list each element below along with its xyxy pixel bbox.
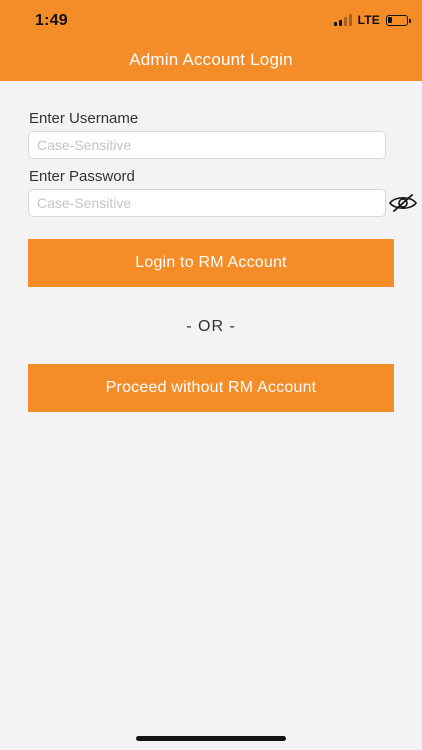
password-label: Enter Password: [29, 168, 135, 185]
status-indicators: LTE: [333, 13, 411, 27]
password-input[interactable]: [28, 189, 386, 217]
page-title: Admin Account Login: [129, 50, 293, 69]
home-indicator[interactable]: [136, 736, 286, 741]
app-header: 1:49 LTE Admin Account Login: [0, 0, 422, 81]
cellular-signal-icon: [333, 14, 352, 26]
status-time: 1:49: [35, 12, 68, 29]
battery-icon: [386, 14, 411, 26]
username-input[interactable]: [28, 131, 386, 159]
login-button[interactable]: Login to RM Account: [28, 239, 394, 287]
battery-level: [388, 16, 392, 23]
network-type: LTE: [357, 13, 380, 27]
status-bar: 1:49 LTE: [0, 0, 422, 40]
proceed-without-account-button[interactable]: Proceed without RM Account: [28, 364, 394, 412]
eye-slash-icon[interactable]: [388, 191, 418, 215]
username-label: Enter Username: [29, 110, 139, 127]
or-separator: - OR -: [186, 318, 236, 335]
